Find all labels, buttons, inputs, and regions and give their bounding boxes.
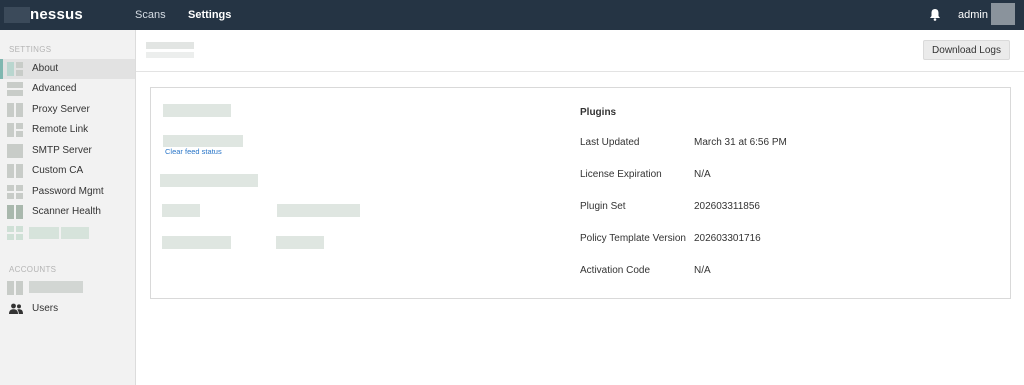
redacted-label [29, 281, 83, 293]
plugin-set-value: 202603311856 [694, 201, 760, 212]
policy-template-version-value: 202603301716 [694, 233, 761, 244]
proxy-server-icon [7, 103, 23, 117]
custom-ca-icon [7, 164, 23, 178]
last-updated-label: Last Updated [580, 137, 640, 148]
user-avatar[interactable] [991, 3, 1015, 25]
redacted-page-subtitle [146, 52, 194, 58]
about-icon [7, 62, 23, 76]
users-icon [9, 303, 23, 314]
sidebar-item-label: Custom CA [32, 165, 84, 176]
password-mgmt-icon [7, 185, 23, 199]
sidebar-item-label: Remote Link [32, 124, 89, 135]
remote-link-icon [7, 123, 23, 137]
sidebar-item-proxy-server[interactable]: Proxy Server [0, 100, 135, 120]
user-menu-name[interactable]: admin [958, 9, 988, 21]
sidebar-item-label: Users [32, 303, 59, 314]
sidebar-heading-accounts: ACCOUNTS [9, 265, 57, 274]
plugin-set-label: Plugin Set [580, 201, 626, 212]
clear-feed-status-link[interactable]: Clear feed status [165, 147, 222, 156]
sidebar-item-label: Password Mgmt [32, 186, 104, 197]
active-indicator [0, 59, 3, 79]
sidebar-item-users[interactable]: Users [0, 299, 135, 319]
redacted-page-title [146, 42, 194, 49]
sidebar-item-label: Advanced [32, 83, 77, 94]
redacted-text [162, 236, 231, 249]
policy-template-version-label: Policy Template Version [580, 233, 686, 244]
last-updated-value: March 31 at 6:56 PM [694, 137, 787, 148]
redacted-text [277, 204, 360, 217]
sidebar-item-label: Scanner Health [32, 206, 101, 217]
top-navigation-bar: nessus Scans Settings admin [0, 0, 1024, 30]
redacted-text [162, 204, 200, 217]
plugins-heading: Plugins [580, 107, 617, 118]
account-item-icon [7, 281, 23, 295]
redacted-text [163, 135, 243, 147]
redacted-label [29, 227, 59, 239]
license-expiration-label: License Expiration [580, 169, 662, 180]
page-header: Download Logs [136, 30, 1024, 72]
sidebar-item-custom-ca[interactable]: Custom CA [0, 161, 135, 181]
scanner-health-icon [7, 205, 23, 219]
license-expiration-value: N/A [694, 169, 711, 180]
redacted-item-icon [7, 226, 23, 240]
sidebar-item-redacted[interactable] [0, 223, 135, 243]
sidebar-item-label: About [32, 63, 59, 74]
sidebar-item-label: Proxy Server [32, 104, 90, 115]
sidebar-item-redacted-account[interactable] [0, 278, 135, 298]
sidebar-item-scanner-health[interactable]: Scanner Health [0, 202, 135, 222]
sidebar-item-label: SMTP Server [32, 145, 92, 156]
activation-code-label: Activation Code [580, 265, 651, 276]
nav-scans[interactable]: Scans [135, 9, 166, 21]
about-panel: Clear feed status Plugins Last Updated M… [150, 87, 1011, 299]
nav-settings[interactable]: Settings [188, 9, 231, 21]
activation-code-value: N/A [694, 265, 711, 276]
sidebar: SETTINGS About Advanced Proxy Server Rem… [0, 30, 136, 385]
smtp-server-icon [7, 144, 23, 158]
logo-icon[interactable] [4, 7, 30, 23]
sidebar-item-remote-link[interactable]: Remote Link [0, 120, 135, 140]
brand-logo[interactable]: nessus [30, 6, 83, 23]
redacted-text [163, 104, 231, 117]
redacted-text [160, 174, 258, 187]
download-logs-button[interactable]: Download Logs [923, 40, 1010, 60]
bell-icon[interactable] [929, 8, 941, 21]
sidebar-heading-settings: SETTINGS [9, 45, 52, 54]
sidebar-item-advanced[interactable]: Advanced [0, 79, 135, 99]
redacted-label [61, 227, 89, 239]
sidebar-item-about[interactable]: About [0, 59, 135, 79]
sidebar-item-password-mgmt[interactable]: Password Mgmt [0, 182, 135, 202]
advanced-icon [7, 82, 23, 96]
redacted-text [276, 236, 324, 249]
sidebar-item-smtp-server[interactable]: SMTP Server [0, 141, 135, 161]
